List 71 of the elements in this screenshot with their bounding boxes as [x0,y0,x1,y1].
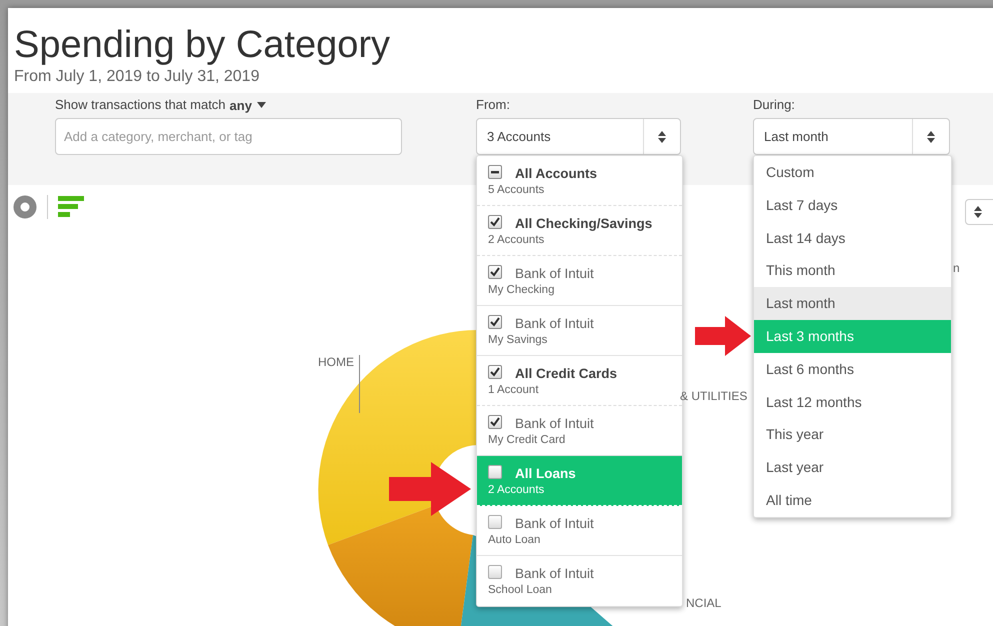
account-name: All Checking/Savings [515,215,652,233]
period-option[interactable]: Last 12 months [754,386,951,418]
from-select[interactable]: 3 Accounts [476,118,681,155]
checkbox[interactable] [488,515,502,529]
account-option[interactable]: Bank of Intuit My Checking [477,256,682,306]
checkbox[interactable] [488,265,502,279]
page-title: Spending by Category [14,24,392,66]
bar-view-icon[interactable] [58,196,84,218]
updown-icon [927,130,935,142]
period-option[interactable]: Last 7 days [754,188,951,222]
period-option[interactable]: Last 14 days [754,222,951,254]
period-option[interactable]: All time [754,484,951,517]
checkbox[interactable] [488,165,502,179]
caret-icon [256,102,266,108]
checkbox[interactable] [488,365,502,379]
checkbox[interactable] [488,465,502,479]
account-detail: My Savings [488,333,548,348]
account-option[interactable]: Bank of Intuit School Loan [477,556,682,606]
check-icon [490,317,500,327]
updown-icon [974,206,982,218]
account-option[interactable]: All Accounts 5 Accounts [477,156,682,206]
from-label: From: [476,96,511,114]
account-detail: 2 Accounts [488,233,544,248]
checkbox[interactable] [488,215,502,229]
account-detail: My Checking [488,283,554,298]
match-mode-dropdown[interactable]: any [230,96,266,112]
account-detail: My Credit Card [488,433,566,448]
account-detail: 5 Accounts [488,183,544,198]
sort-select[interactable] [965,199,993,225]
account-name: Bank of Intuit [515,565,594,583]
account-name: All Accounts [515,165,598,183]
check-icon [490,417,500,427]
pointer-arrow [695,316,751,356]
account-name: All Credit Cards [515,365,618,383]
during-label: During: [753,96,796,114]
category-label: HOME [318,355,354,369]
period-option[interactable]: This year [754,418,951,452]
leader-line [359,355,361,413]
category-label: & UTILITIES [680,389,748,403]
check-icon [490,217,500,227]
period-select[interactable]: Last month [753,118,950,155]
checkbox[interactable] [488,415,502,429]
account-detail: 1 Account [488,383,539,398]
account-option[interactable]: All Checking/Savings 2 Accounts [477,206,682,256]
check-icon [490,367,500,377]
period-option[interactable]: This month [754,254,951,288]
period-option[interactable]: Custom [754,156,951,189]
check-icon [490,267,500,277]
account-name: Bank of Intuit [515,315,594,333]
match-label: Show transactions that match [55,96,226,114]
account-option[interactable]: All Credit Cards 1 Account [477,356,682,406]
account-option[interactable]: Bank of Intuit My Savings [477,306,682,356]
checkbox[interactable] [488,315,502,329]
period-option[interactable]: Last month [754,287,951,320]
account-detail: Auto Loan [488,533,540,548]
account-name: Bank of Intuit [515,265,594,283]
category-label: NCIAL [686,596,722,610]
account-detail: 2 Accounts [488,483,544,498]
account-name: All Loans [515,465,576,483]
updown-icon [658,130,666,142]
account-name: Bank of Intuit [515,415,594,433]
account-name: Bank of Intuit [515,515,594,533]
account-option[interactable]: Bank of Intuit Auto Loan [477,506,682,556]
donut-view-icon[interactable] [13,195,37,219]
account-detail: School Loan [488,583,552,598]
search-field[interactable]: Add a category, merchant, or tag [55,118,402,155]
checkbox[interactable] [488,565,502,579]
category-label: n [953,261,960,275]
period-option[interactable]: Last year [754,451,951,484]
period-option[interactable]: Last 6 months [754,352,951,386]
date-range: From July 1, 2019 to July 31, 2019 [14,67,260,87]
